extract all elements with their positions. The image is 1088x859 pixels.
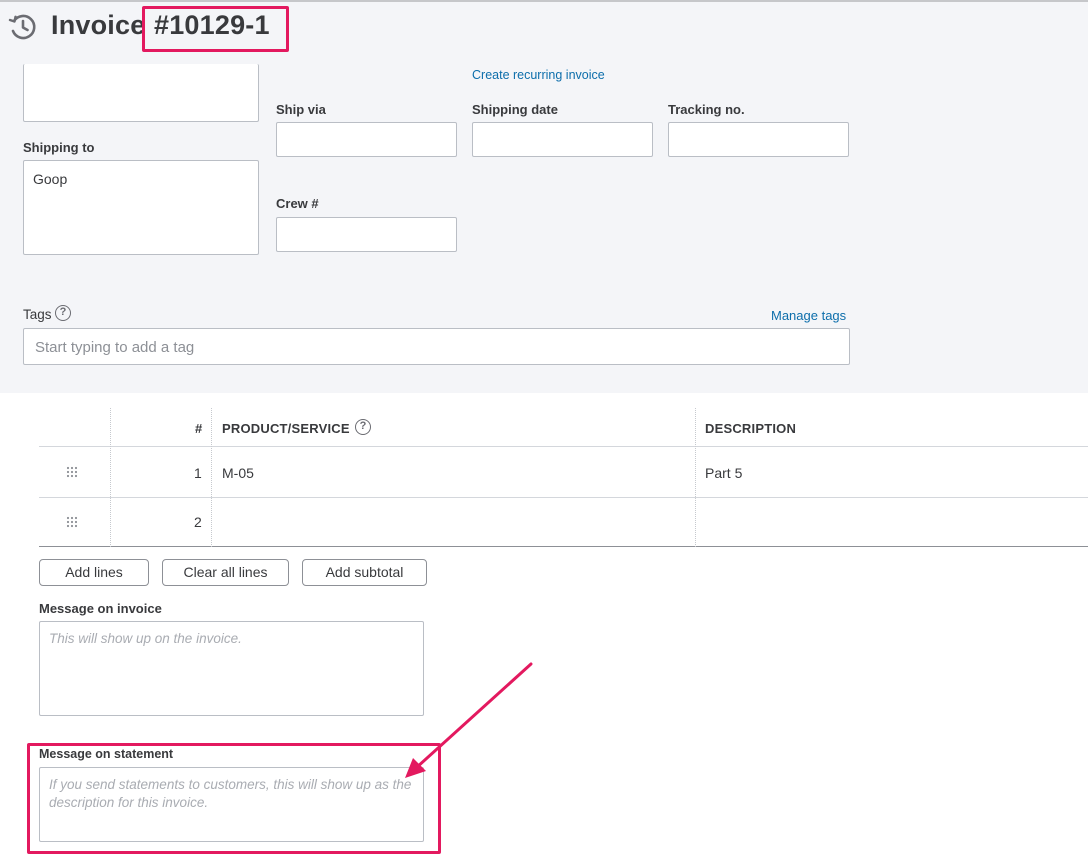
annotation-arrow [405,662,533,778]
